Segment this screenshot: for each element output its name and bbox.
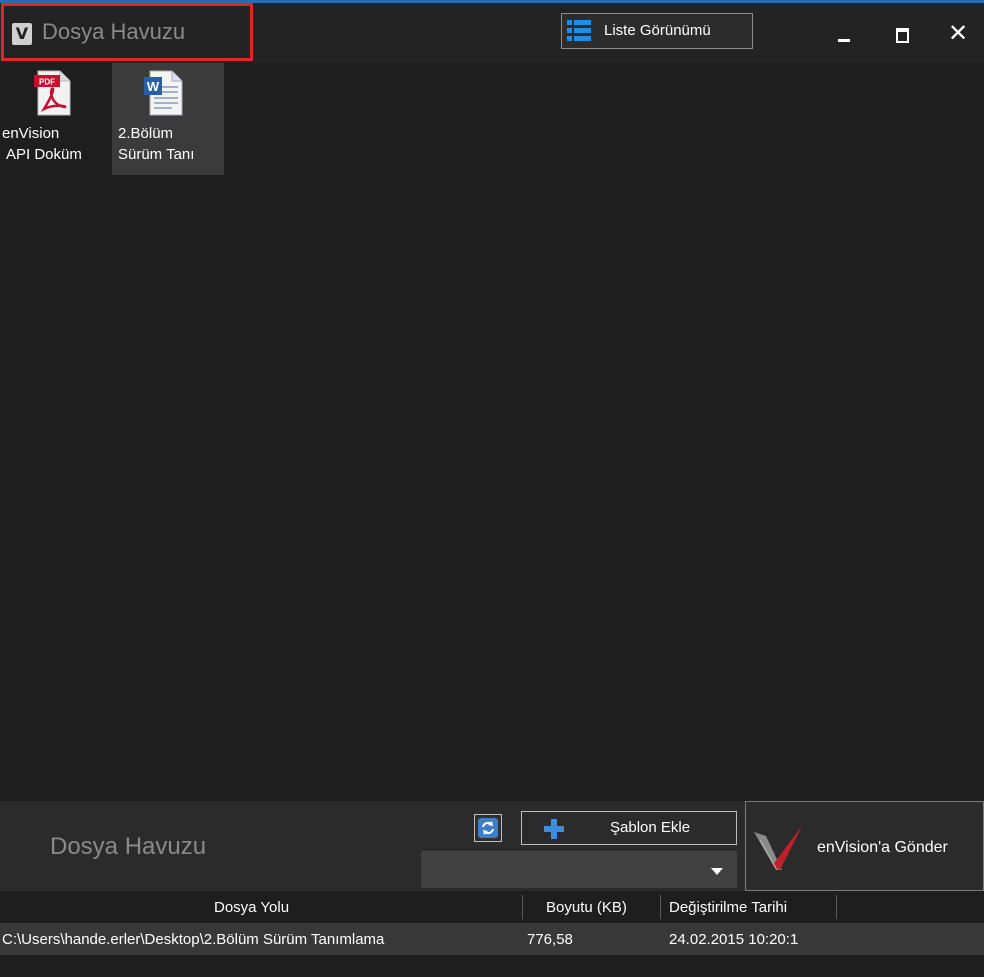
- minimize-icon[interactable]: [833, 23, 855, 45]
- file-table-header: Dosya Yolu Boyutu (KB) Değiştirilme Tari…: [0, 891, 984, 923]
- file-name-line1: enVision: [2, 125, 60, 142]
- window-title: Dosya Havuzu: [42, 19, 186, 44]
- send-to-envision-button[interactable]: enVision'a Gönder: [745, 801, 984, 891]
- list-view-button[interactable]: Liste Görünümü: [561, 13, 753, 49]
- column-divider[interactable]: [660, 895, 661, 919]
- add-template-button[interactable]: Şablon Ekle: [521, 811, 737, 845]
- file-name-line1: 2.Bölüm: [118, 125, 174, 142]
- bottom-panel: Dosya Havuzu Şablon Ekle enVision'a Gönd…: [0, 801, 984, 891]
- cell-path: C:\Users\hande.erler\Desktop\2.Bölüm Sür…: [2, 931, 385, 948]
- file-pool-area[interactable]: PDF enVision API Doküm W 2.Bölüm Sürüm T…: [0, 63, 984, 801]
- table-empty-area: [0, 955, 984, 977]
- file-name-line2: API Doküm: [6, 146, 82, 163]
- panel-title: Dosya Havuzu: [50, 833, 207, 860]
- send-to-envision-label: enVision'a Gönder: [817, 839, 948, 856]
- cell-modified: 24.02.2015 10:20:1: [669, 931, 799, 948]
- word-doc-icon: W: [144, 70, 183, 116]
- svg-text:PDF: PDF: [39, 78, 55, 87]
- file-name-line2: Sürüm Tanı: [118, 146, 195, 163]
- template-select[interactable]: [421, 851, 737, 888]
- refresh-button[interactable]: [474, 814, 502, 842]
- table-row[interactable]: C:\Users\hande.erler\Desktop\2.Bölüm Sür…: [0, 923, 984, 955]
- file-item-pdf[interactable]: PDF enVision API Doküm: [0, 63, 112, 175]
- chevron-down-icon[interactable]: [711, 868, 723, 875]
- file-item-word[interactable]: W 2.Bölüm Sürüm Tanı: [112, 63, 224, 175]
- pdf-icon: PDF: [34, 70, 71, 116]
- plus-icon: [544, 819, 564, 839]
- envision-logo-icon: [754, 826, 802, 870]
- list-view-label: Liste Görünümü: [604, 22, 711, 39]
- close-icon[interactable]: ✕: [947, 20, 969, 46]
- column-divider[interactable]: [522, 895, 523, 919]
- app-logo-icon: V: [12, 23, 32, 45]
- column-header-size[interactable]: Boyutu (KB): [546, 899, 627, 916]
- refresh-icon: [478, 818, 498, 838]
- svg-text:W: W: [147, 79, 160, 94]
- column-header-path[interactable]: Dosya Yolu: [214, 899, 289, 916]
- column-header-modified[interactable]: Değiştirilme Tarihi: [669, 899, 787, 916]
- maximize-icon[interactable]: [891, 23, 913, 45]
- cell-size: 776,58: [527, 931, 573, 948]
- add-template-label: Şablon Ekle: [610, 819, 691, 836]
- list-view-icon: [567, 20, 591, 41]
- title-bar: V Dosya Havuzu Liste Görünümü ✕: [0, 3, 984, 63]
- column-divider[interactable]: [836, 895, 837, 919]
